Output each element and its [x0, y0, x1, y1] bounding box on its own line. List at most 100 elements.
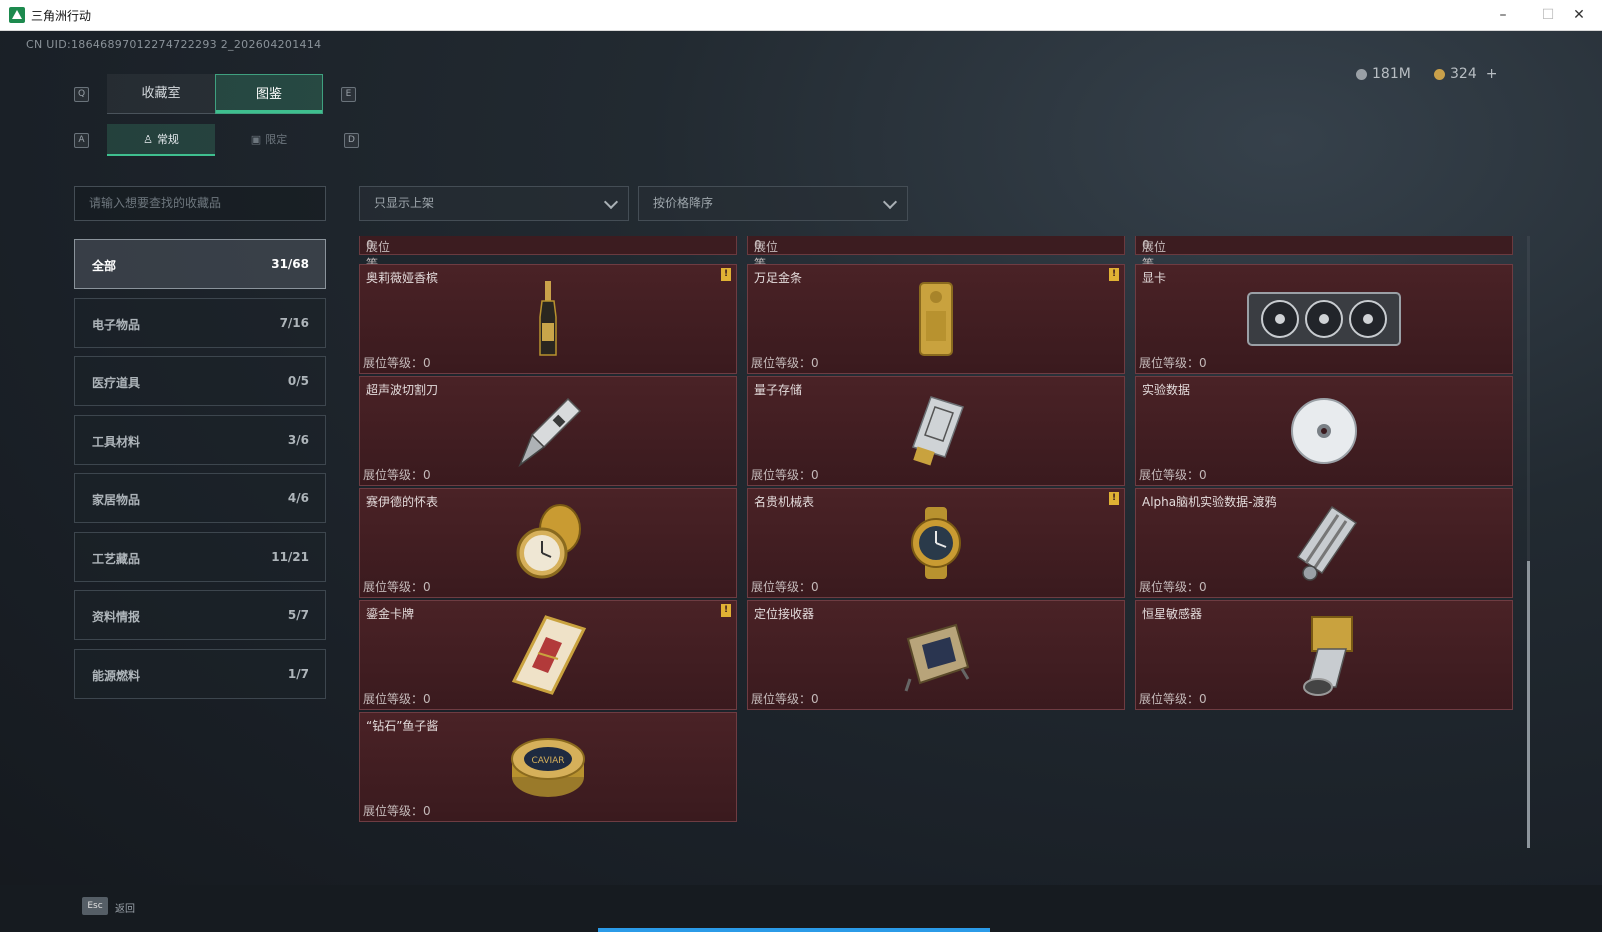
key-hint-a: A: [74, 133, 89, 148]
silver-amount: 181M: [1372, 66, 1411, 82]
tab-collection-room[interactable]: 收藏室: [107, 74, 215, 114]
item-level: 展位等级：0: [1139, 692, 1207, 706]
item-card[interactable]: 鎏金卡牌 ! 展位等级：0: [359, 600, 737, 710]
category-intel[interactable]: 资料情报 5/7: [74, 590, 326, 640]
subtab-regular[interactable]: ♙ 常规: [107, 124, 215, 156]
category-all[interactable]: 全部 31/68: [74, 239, 326, 289]
luxury-watch-icon: [911, 507, 961, 579]
category-count: 0/5: [287, 374, 309, 388]
image-icon: ▣: [250, 133, 262, 146]
item-card[interactable]: 名贵机械表 ! 展位等级：0: [747, 488, 1125, 598]
subtab-regular-label: 常规: [156, 133, 179, 146]
shelf-filter-dropdown[interactable]: 只显示上架: [359, 186, 629, 221]
item-card[interactable]: Alpha脑机实验数据-渡鸦 展位等级：0: [1135, 488, 1513, 598]
app-logo-icon: [9, 7, 25, 23]
scrollbar-thumb[interactable]: [1527, 561, 1530, 848]
svg-text:CAVIAR: CAVIAR: [531, 756, 564, 766]
item-name: 显卡: [1142, 271, 1167, 285]
category-tools[interactable]: 工具材料 3/6: [74, 414, 326, 465]
category-count: 4/6: [287, 491, 309, 505]
category-fuel[interactable]: 能源燃料 1/7: [74, 648, 326, 699]
item-name: 名贵机械表: [754, 495, 815, 509]
sub-tabs: ♙ 常规 ▣ 限定: [107, 124, 323, 156]
partial-card[interactable]: 展位等级：0: [747, 236, 1125, 288]
main-tabs: 收藏室 图鉴: [107, 74, 323, 114]
silver-currency: 181M: [1356, 66, 1411, 82]
category-count: 1/7: [287, 666, 309, 681]
partial-card[interactable]: 展位等级：0: [359, 236, 737, 288]
item-level: 展位等级：0: [751, 356, 819, 370]
item-card[interactable]: 恒星敏感器 展位等级：0: [1135, 600, 1513, 710]
close-button[interactable]: ✕: [1562, 4, 1596, 26]
new-badge: !: [721, 268, 731, 281]
item-level: 展位等级：0: [363, 692, 431, 706]
item-card[interactable]: 超声波切割刀 展位等级：0: [359, 376, 737, 486]
category-count: 11/21: [271, 549, 309, 564]
category-count: 31/68: [271, 257, 309, 271]
minimize-button[interactable]: –: [1486, 4, 1520, 26]
item-name: 恒星敏感器: [1142, 607, 1203, 621]
item-grid: 展位等级：0 展位等级：0 展位等级：0 奥莉薇娅香槟 ! 展位等级：0 万足金…: [359, 236, 1529, 848]
item-level: 展位等级：0: [751, 580, 819, 594]
subtab-limited-label: 限定: [265, 133, 288, 146]
category-count: 7/16: [279, 315, 309, 330]
silver-coin-icon: [1356, 68, 1367, 80]
category-label: 能源燃料: [92, 668, 141, 683]
tab-catalog[interactable]: 图鉴: [215, 74, 323, 114]
add-currency-button[interactable]: +: [1486, 66, 1498, 82]
sort-dropdown[interactable]: 按价格降序: [638, 186, 908, 221]
ultrasonic-knife-icon: [518, 397, 582, 468]
gilded-card-icon: [511, 615, 587, 695]
title-bar: 三角洲行动 – ☐ ✕: [0, 0, 1602, 31]
gold-currency: 324 +: [1434, 66, 1497, 82]
item-name: 实验数据: [1142, 383, 1191, 397]
figure-icon: ♙: [143, 133, 153, 146]
item-card[interactable]: 奥莉薇娅香槟 ! 展位等级：0: [359, 264, 737, 374]
gold-amount: 324: [1450, 66, 1477, 82]
category-label: 电子物品: [92, 317, 141, 332]
item-card[interactable]: 显卡 展位等级：0: [1135, 264, 1513, 374]
item-level: 展位等级：0: [1139, 356, 1207, 370]
category-label: 工具材料: [92, 434, 141, 449]
category-medical[interactable]: 医疗道具 0/5: [74, 356, 326, 406]
search-input[interactable]: 请输入想要查找的收藏品: [74, 186, 326, 221]
esc-key-button[interactable]: Esc: [82, 897, 108, 915]
loading-progress-bar: [598, 928, 990, 932]
item-level: 展位等级：0: [363, 468, 431, 482]
maximize-button[interactable]: ☐: [1531, 4, 1565, 26]
key-hint-q: Q: [74, 87, 89, 102]
item-name: Alpha脑机实验数据-渡鸦: [1142, 495, 1277, 509]
new-badge: !: [1109, 268, 1119, 281]
graphics-card-icon: [1247, 292, 1401, 346]
category-label: 家居物品: [92, 493, 141, 507]
pocket-watch-icon: [516, 504, 581, 579]
partial-card[interactable]: 展位等级：0: [1135, 236, 1513, 288]
sort-value: 按价格降序: [653, 196, 714, 210]
item-level: 展位等级：0: [751, 692, 819, 706]
item-card[interactable]: 万足金条 ! 展位等级：0: [747, 264, 1125, 374]
data-disc-icon: [1291, 398, 1357, 464]
bottom-bar: [0, 885, 1602, 932]
item-level: 展位等级：0: [363, 580, 431, 594]
item-name: 赛伊德的怀表: [366, 495, 439, 509]
item-level: 展位等级：0: [1139, 580, 1207, 594]
item-card[interactable]: 赛伊德的怀表 展位等级：0: [359, 488, 737, 598]
item-card[interactable]: 实验数据 展位等级：0: [1135, 376, 1513, 486]
item-card[interactable]: 定位接收器 展位等级：0: [747, 600, 1125, 710]
category-label: 全部: [92, 259, 117, 273]
user-uid: CN UID:18646897012274722293 2_2026042014…: [26, 38, 322, 51]
chevron-down-icon: [882, 194, 898, 210]
back-label[interactable]: 返回: [115, 900, 135, 915]
item-name: 超声波切割刀: [366, 383, 439, 397]
category-count: 3/6: [287, 432, 309, 447]
category-crafts[interactable]: 工艺藏品 11/21: [74, 531, 326, 582]
item-card[interactable]: “钻石”鱼子酱 CAVIAR 展位等级：0: [359, 712, 737, 822]
grid-scrollbar[interactable]: [1527, 236, 1530, 848]
item-card[interactable]: 量子存储 展位等级：0: [747, 376, 1125, 486]
window-title: 三角洲行动: [31, 9, 92, 23]
caviar-tin-icon: CAVIAR: [511, 738, 585, 797]
category-electronics[interactable]: 电子物品 7/16: [74, 297, 326, 348]
category-household[interactable]: 家居物品 4/6: [74, 473, 326, 523]
item-name: 定位接收器: [754, 607, 815, 621]
subtab-limited[interactable]: ▣ 限定: [215, 124, 323, 156]
